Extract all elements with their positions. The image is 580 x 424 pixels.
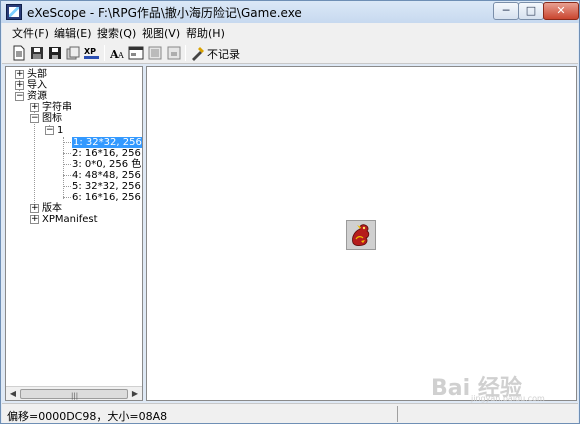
toolbar: XP A A 不记录: [2, 42, 578, 64]
tree-item-icon-entry[interactable]: 1: 32*32, 256: [72, 137, 142, 148]
scroll-thumb[interactable]: |||: [20, 389, 128, 400]
status-divider: [397, 406, 398, 422]
app-icon: [6, 4, 22, 20]
menu-bar: 文件(F) 编辑(E) 搜索(Q) 视图(V) 帮助(H): [2, 23, 578, 42]
open-icon[interactable]: [29, 45, 45, 61]
tree-item-icon-entry[interactable]: 6: 16*16, 256: [72, 192, 141, 203]
tree-item-resources[interactable]: 资源: [27, 91, 47, 102]
watermark-url: jingyan.baidu.com: [471, 394, 545, 403]
tree-item-version[interactable]: 版本: [42, 203, 62, 214]
tree-item-manifest[interactable]: XPManifest: [42, 214, 98, 225]
copy-icon[interactable]: [65, 45, 81, 61]
tree-item-icons[interactable]: 图标: [42, 113, 62, 124]
maximize-icon: □: [525, 4, 537, 17]
scroll-left-icon[interactable]: ◀: [7, 388, 19, 400]
tree-connector: [63, 186, 71, 187]
tree-item-import[interactable]: 导入: [27, 80, 47, 91]
tree-item-icon-entry[interactable]: 5: 32*32, 256: [72, 181, 141, 192]
record-icon[interactable]: [190, 45, 206, 61]
font-icon[interactable]: A A: [110, 45, 126, 61]
menu-search[interactable]: 搜索(Q): [97, 25, 136, 41]
expand-icon[interactable]: +: [15, 70, 24, 79]
window-title: eXeScope - F:\RPG作品\撤小海历险记\Game.exe: [27, 6, 302, 20]
status-text: 偏移=0000DC98，大小=08A8: [7, 410, 168, 423]
save-icon[interactable]: [47, 45, 63, 61]
tree-connector: [63, 197, 71, 198]
tree-connector: [63, 142, 71, 143]
toolbar-separator: [185, 45, 186, 61]
app-window: eXeScope - F:\RPG作品\撤小海历险记\Game.exe ─ □ …: [0, 0, 580, 424]
new-icon[interactable]: [11, 45, 27, 61]
tree-item-strings[interactable]: 字符串: [42, 102, 72, 113]
expand-icon[interactable]: +: [30, 204, 39, 213]
dialog-icon[interactable]: [128, 45, 144, 61]
tree-connector: [63, 175, 71, 176]
export-icon[interactable]: [166, 45, 182, 61]
tree-item-icon-entry[interactable]: 2: 16*16, 256: [72, 148, 141, 159]
tree-horizontal-scrollbar[interactable]: ◀ ||| ▶: [6, 386, 142, 400]
status-bar: 偏移=0000DC98，大小=08A8: [2, 403, 578, 423]
tree-connector: [63, 164, 71, 165]
minimize-icon: ─: [502, 4, 510, 17]
dragon-icon: [352, 224, 370, 246]
expand-icon[interactable]: +: [15, 81, 24, 90]
tree-item-icon-group[interactable]: 1: [57, 125, 63, 136]
minimize-button[interactable]: ─: [493, 2, 519, 20]
xp-icon[interactable]: XP: [83, 45, 101, 61]
collapse-icon[interactable]: −: [15, 92, 24, 101]
expand-icon[interactable]: +: [30, 103, 39, 112]
icon-preview: [346, 220, 376, 250]
preview-pane: [146, 66, 577, 401]
tree-item-header[interactable]: 头部: [27, 69, 47, 80]
resource-tree[interactable]: + 头部 + 导入 − 资源 + 字符串 − 图标 − 1 1: 32*32, …: [5, 66, 143, 401]
expand-icon[interactable]: +: [30, 215, 39, 224]
title-bar[interactable]: eXeScope - F:\RPG作品\撤小海历险记\Game.exe ─ □ …: [1, 1, 579, 23]
tree-item-icon-entry[interactable]: 4: 48*48, 256: [72, 170, 141, 181]
image-icon[interactable]: [147, 45, 163, 61]
tree-connector: [63, 137, 64, 199]
tree-item-icon-entry[interactable]: 3: 0*0, 256 色: [72, 159, 141, 170]
svg-text:XP: XP: [84, 47, 96, 56]
menu-help[interactable]: 帮助(H): [186, 25, 225, 41]
close-icon: ✕: [556, 4, 566, 17]
maximize-button[interactable]: □: [518, 2, 544, 20]
svg-text:A: A: [117, 51, 124, 60]
collapse-icon[interactable]: −: [45, 126, 54, 135]
collapse-icon[interactable]: −: [30, 114, 39, 123]
menu-view[interactable]: 视图(V): [142, 25, 180, 41]
scroll-right-icon[interactable]: ▶: [129, 388, 141, 400]
grip-icon: |||: [71, 392, 79, 400]
close-button[interactable]: ✕: [543, 2, 579, 20]
menu-file[interactable]: 文件(F): [12, 25, 49, 41]
toolbar-separator: [104, 45, 105, 61]
menu-edit[interactable]: 编辑(E): [54, 25, 92, 41]
tree-connector: [63, 153, 71, 154]
no-record-label[interactable]: 不记录: [207, 46, 240, 62]
